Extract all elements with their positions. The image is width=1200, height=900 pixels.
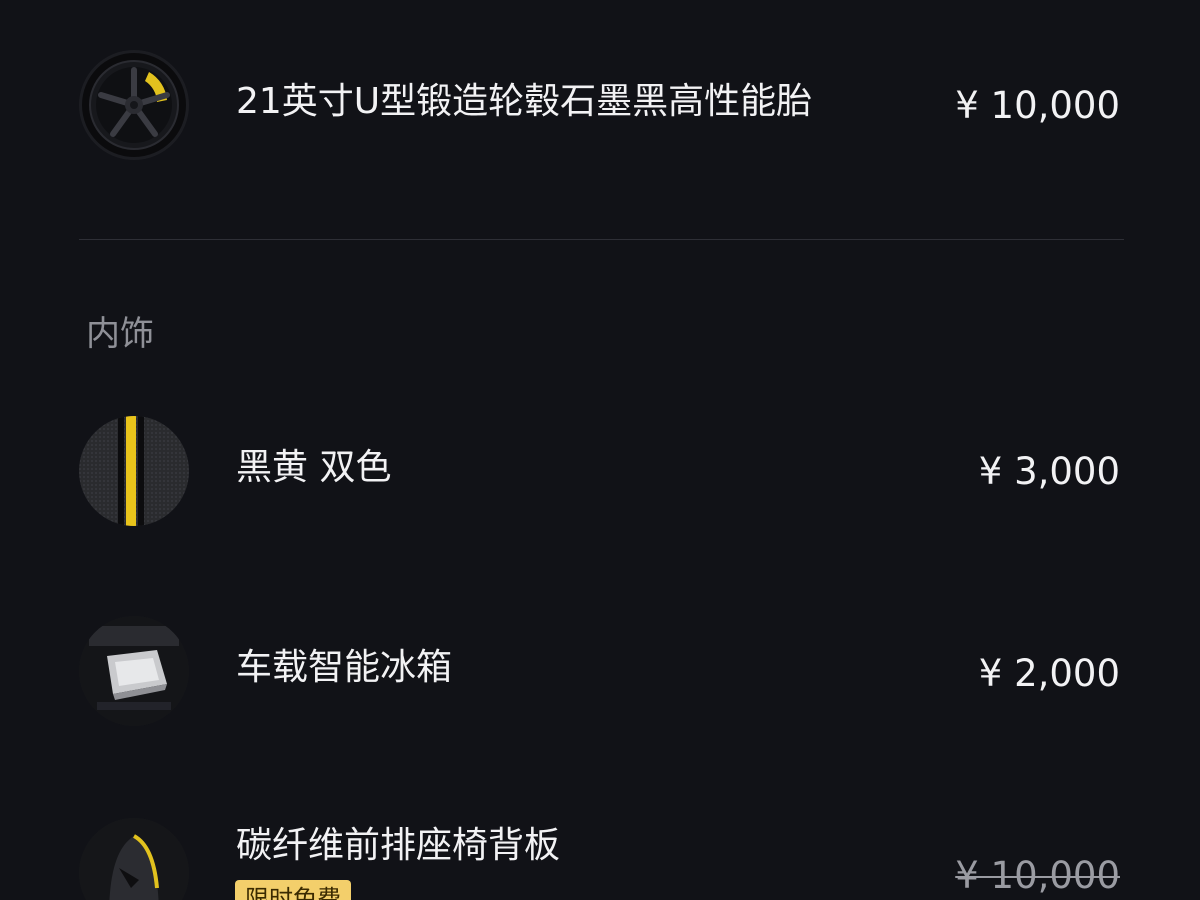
option-name: 21英寸U型锻造轮毂石墨黑高性能胎: [236, 81, 813, 122]
section-title-interior: 内饰: [86, 314, 154, 354]
option-price: ¥ 3,000: [978, 450, 1120, 493]
options-list-page: 21英寸U型锻造轮毂石墨黑高性能胎 ¥ 10,000 内饰 黑黄 双色 ¥ 3,…: [0, 0, 1200, 900]
section-divider: [79, 239, 1124, 240]
option-row-seat-back[interactable]: 碳纤维前排座椅背板 ¥ 10,000: [0, 810, 1200, 900]
option-row-two-tone[interactable]: 黑黄 双色 ¥ 3,000: [0, 400, 1200, 550]
option-price-struck: ¥ 10,000: [955, 854, 1120, 897]
option-row-fridge[interactable]: 车载智能冰箱 ¥ 2,000: [0, 600, 1200, 750]
option-name: 黑黄 双色: [236, 447, 392, 488]
wheel-icon: [79, 50, 189, 160]
option-name: 车载智能冰箱: [236, 647, 453, 688]
seat-back-icon: [79, 818, 189, 900]
option-price: ¥ 10,000: [955, 84, 1120, 127]
option-row-wheels[interactable]: 21英寸U型锻造轮毂石墨黑高性能胎 ¥ 10,000: [0, 0, 1200, 220]
option-name: 碳纤维前排座椅背板: [236, 825, 561, 866]
limited-time-free-badge: 限时免费: [235, 880, 351, 900]
two-tone-interior-icon: [79, 416, 189, 526]
option-price: ¥ 2,000: [978, 652, 1120, 695]
fridge-icon: [79, 616, 189, 726]
